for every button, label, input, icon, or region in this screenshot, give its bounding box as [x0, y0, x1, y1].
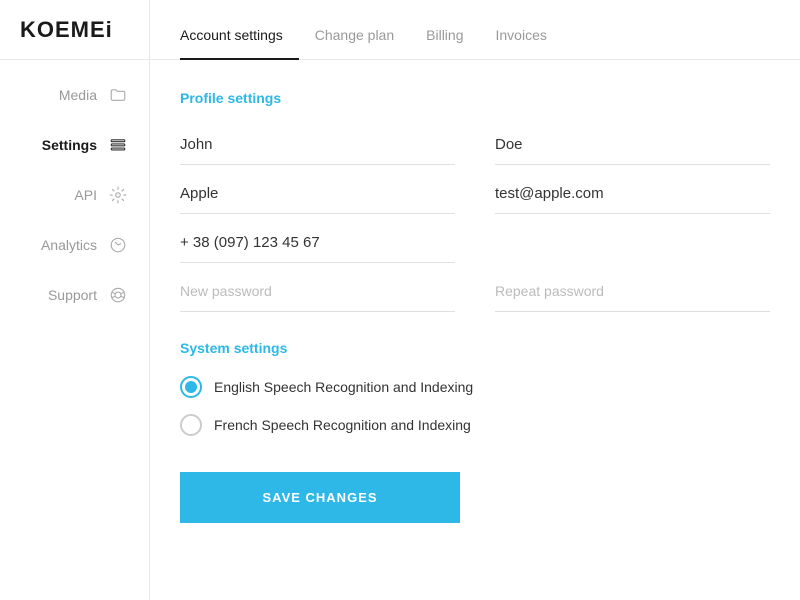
radio-french[interactable] [180, 414, 202, 436]
nav-items: Media Settings API [0, 60, 149, 320]
last-name-input[interactable] [495, 136, 770, 153]
support-icon [107, 284, 129, 306]
new-password-input[interactable] [180, 283, 455, 300]
radio-french-label: French Speech Recognition and Indexing [214, 417, 471, 433]
tab-invoices[interactable]: Invoices [480, 27, 563, 59]
settings-icon [107, 134, 129, 156]
last-name-field [495, 126, 770, 165]
phone-field [180, 224, 455, 263]
logo: KOEMEi [0, 0, 149, 60]
password-row [180, 273, 770, 316]
company-email-row [180, 175, 770, 218]
sidebar-label-media: Media [59, 87, 97, 103]
sidebar-item-analytics[interactable]: Analytics [0, 220, 149, 270]
save-changes-button[interactable]: SAVE CHANGES [180, 472, 460, 523]
sidebar-item-settings[interactable]: Settings [0, 120, 149, 170]
phone-spacer [495, 224, 770, 263]
company-field [180, 175, 455, 214]
radio-option-english[interactable]: English Speech Recognition and Indexing [180, 376, 770, 398]
system-settings-section: System settings English Speech Recogniti… [180, 340, 770, 436]
sidebar-label-support: Support [48, 287, 97, 303]
sidebar-item-media[interactable]: Media [0, 70, 149, 120]
sidebar: KOEMEi Media Settings API [0, 0, 150, 600]
radio-english[interactable] [180, 376, 202, 398]
main-content: Account settings Change plan Billing Inv… [150, 0, 800, 600]
phone-input[interactable] [180, 234, 455, 251]
email-input[interactable] [495, 185, 770, 202]
profile-settings-title: Profile settings [180, 90, 770, 106]
sidebar-label-settings: Settings [42, 137, 97, 153]
radio-english-label: English Speech Recognition and Indexing [214, 379, 473, 395]
content-area: Profile settings [150, 60, 800, 600]
first-name-input[interactable] [180, 136, 455, 153]
email-field [495, 175, 770, 214]
analytics-icon [107, 234, 129, 256]
sidebar-label-api: API [74, 187, 97, 203]
name-row [180, 126, 770, 169]
tabs-bar: Account settings Change plan Billing Inv… [150, 0, 800, 60]
company-input[interactable] [180, 185, 455, 202]
tab-change-plan[interactable]: Change plan [299, 27, 410, 59]
sidebar-label-analytics: Analytics [41, 237, 97, 253]
sidebar-item-api[interactable]: API [0, 170, 149, 220]
phone-row [180, 224, 770, 267]
sidebar-item-support[interactable]: Support [0, 270, 149, 320]
tab-billing[interactable]: Billing [410, 27, 479, 59]
system-settings-title: System settings [180, 340, 770, 356]
first-name-field [180, 126, 455, 165]
folder-icon [107, 84, 129, 106]
repeat-password-field [495, 273, 770, 312]
tab-account-settings[interactable]: Account settings [180, 27, 299, 59]
api-icon [107, 184, 129, 206]
new-password-field [180, 273, 455, 312]
radio-option-french[interactable]: French Speech Recognition and Indexing [180, 414, 770, 436]
logo-text: KOEMEi [20, 17, 113, 43]
profile-settings-section: Profile settings [180, 90, 770, 316]
repeat-password-input[interactable] [495, 283, 770, 300]
